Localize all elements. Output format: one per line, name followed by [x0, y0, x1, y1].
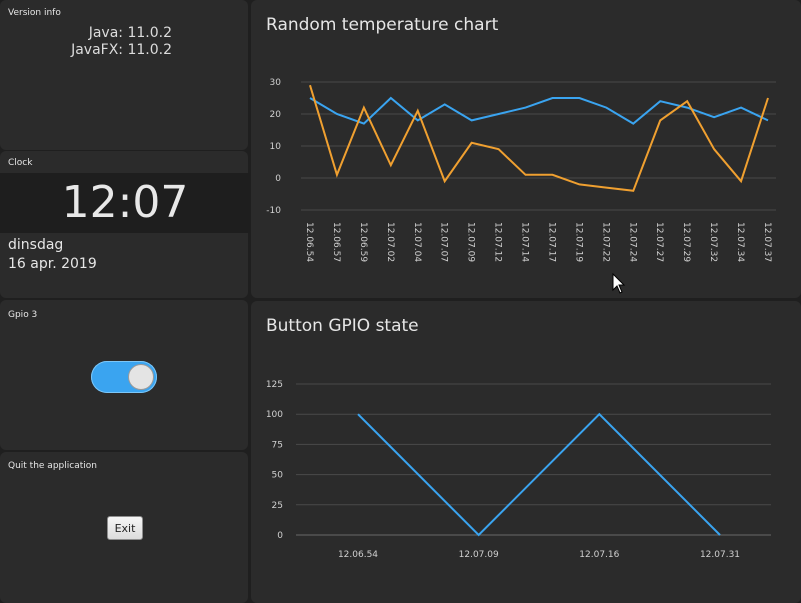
x-tick-label: 12.07.07	[439, 222, 449, 262]
version-info-tile: Version info Java: 11.0.2 JavaFX: 11.0.2	[0, 0, 248, 150]
clock-date: 16 apr. 2019	[8, 256, 97, 272]
x-tick-label: 12.07.19	[573, 222, 583, 262]
x-tick-label: 12.07.29	[681, 222, 691, 262]
mouse-cursor-icon	[612, 273, 626, 294]
y-tick-label: 25	[272, 501, 283, 511]
x-tick-label: 12.07.27	[654, 222, 664, 262]
x-tick-label: 12.07.17	[546, 222, 556, 262]
x-tick-label: 12.06.57	[331, 222, 341, 262]
x-tick-label: 12.07.31	[700, 550, 740, 560]
x-tick-label: 12.07.12	[493, 222, 503, 262]
x-tick-label: 12.07.04	[412, 222, 422, 262]
java-version: Java: 11.0.2	[88, 25, 172, 41]
y-tick-label: 30	[270, 78, 282, 88]
x-tick-label: 12.07.14	[520, 222, 530, 262]
y-tick-label: 20	[270, 110, 282, 120]
y-tick-label: 125	[266, 380, 283, 390]
x-tick-label: 12.07.02	[385, 222, 395, 262]
y-tick-label: 50	[272, 471, 284, 481]
gpio-state-chart: 125 100 75 50 25 0 12.06.54 12.07.09 12.07.16 12.…	[266, 380, 771, 560]
exit-button[interactable]: Exit	[107, 516, 143, 540]
version-lines: Java: 11.0.2 JavaFX: 11.0.2	[71, 25, 172, 59]
series-line-blue	[309, 96, 769, 125]
series-line-orange	[309, 84, 769, 192]
x-tick-label: 12.07.37	[762, 222, 772, 262]
temperature-chart: 30 20 10 0 -10 12.06.54 12.06.57 12.06.59 12.07.…	[266, 78, 776, 262]
switch-knob[interactable]	[128, 364, 154, 390]
x-tick-label: 12.07.32	[708, 222, 718, 262]
x-tick-label: 12.07.34	[735, 222, 745, 262]
gpio-title: Gpio 3	[8, 310, 38, 320]
quit-title: Quit the application	[8, 461, 97, 471]
x-tick-label: 12.07.09	[466, 222, 476, 262]
x-tick-label: 12.07.24	[627, 222, 637, 262]
x-tick-label: 12.06.54	[338, 550, 378, 560]
clock-title: Clock	[8, 158, 33, 168]
version-info-title: Version info	[8, 8, 61, 18]
x-tick-label: 12.06.54	[304, 222, 314, 262]
y-tick-label: 10	[270, 142, 282, 152]
y-tick-label: 100	[266, 410, 283, 420]
clock-day: dinsdag	[8, 237, 64, 253]
y-tick-label: 0	[275, 174, 281, 184]
javafx-version: JavaFX: 11.0.2	[71, 42, 172, 58]
gpio-chart-tile: Button GPIO state 125 100 75 50 25 0 12.06.54 1…	[251, 301, 801, 603]
clock-time: 12:07	[61, 177, 189, 228]
temperature-chart-tile: Random temperature chart 30 20 10 0 -10 12.06…	[251, 0, 801, 298]
y-tick-label: -10	[266, 206, 281, 216]
y-tick-label: 75	[272, 440, 283, 450]
x-tick-label: 12.07.22	[600, 222, 610, 262]
x-tick-label: 12.07.16	[579, 550, 619, 560]
y-tick-label: 0	[277, 531, 283, 541]
x-tick-label: 12.07.09	[459, 550, 499, 560]
gpio-toggle-switch[interactable]	[91, 361, 157, 393]
x-tick-label: 12.06.59	[358, 222, 368, 262]
